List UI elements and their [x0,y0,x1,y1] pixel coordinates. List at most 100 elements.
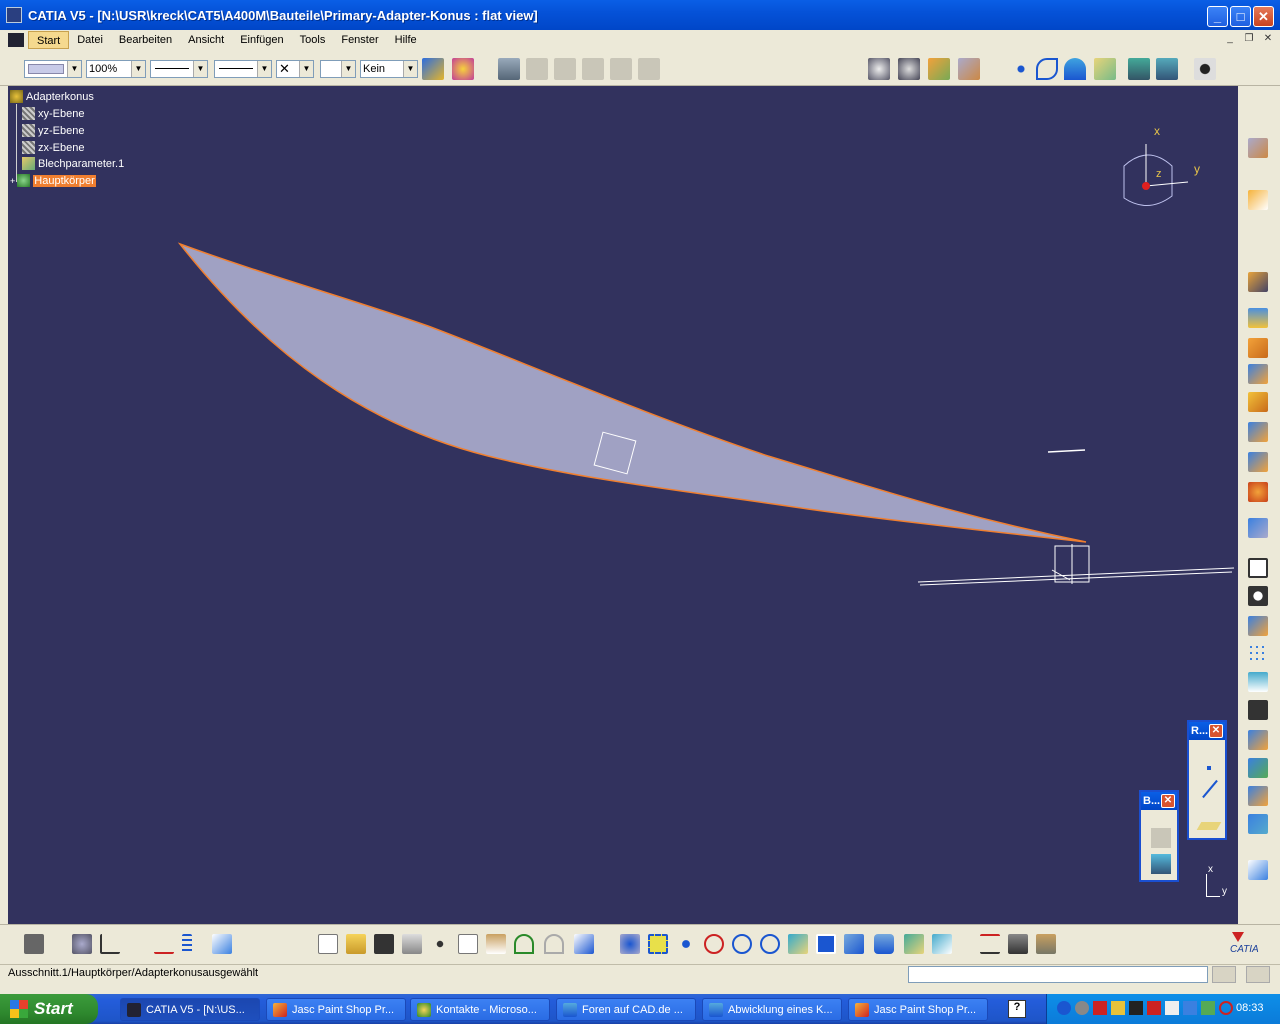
curve-icon[interactable] [1036,58,1058,80]
iso-view-icon[interactable] [844,934,864,954]
pan-icon[interactable] [676,934,696,954]
pattern-icon[interactable] [1248,644,1268,664]
chevron-down-icon[interactable]: ▼ [403,61,417,77]
printer-icon[interactable] [402,934,422,954]
palette-title[interactable]: R... ✕ [1189,722,1225,740]
snap-icon[interactable] [1194,58,1216,80]
tree-item-blechparameter[interactable]: Blechparameter.1 [22,157,124,170]
palette-title[interactable]: B... ✕ [1141,792,1177,810]
gear-icon[interactable] [868,58,890,80]
task-paintshop-1[interactable]: Jasc Paint Shop Pr... [266,998,406,1021]
menu-ansicht[interactable]: Ansicht [180,31,232,49]
tray-icon-7[interactable] [1165,1001,1179,1015]
minimize-button[interactable]: _ [1207,6,1228,27]
material-icon[interactable] [452,58,474,80]
task-abwicklung[interactable]: Abwicklung eines K... [702,998,842,1021]
constraint-icon[interactable] [154,934,174,954]
measure-icon[interactable] [126,934,146,954]
menu-bearbeiten[interactable]: Bearbeiten [111,31,180,49]
task-cad-foren[interactable]: Foren auf CAD.de ... [556,998,696,1021]
fit-all-icon[interactable] [648,934,668,954]
task-kontakte[interactable]: Kontakte - Microso... [410,998,550,1021]
tree-item-hauptkoerper[interactable]: + Hauptkörper [10,174,96,187]
transparency-combo[interactable]: 100% ▼ [86,60,146,78]
wall-on-edge-icon[interactable] [1248,364,1268,384]
tray-icon-3[interactable] [1093,1001,1107,1015]
cut-icon[interactable] [430,934,450,954]
3d-viewport[interactable]: x y z x y [8,86,1238,924]
hem-icon[interactable] [1248,452,1268,472]
geometry-canvas[interactable] [8,86,1238,924]
rotation-icon[interactable] [1248,814,1268,834]
3d-plane-icon[interactable] [212,934,232,954]
power-input-field[interactable] [908,966,1208,983]
shading-icon[interactable] [874,934,894,954]
help-tray-icon[interactable]: ? [1008,1000,1026,1018]
law-icon[interactable] [610,58,632,80]
tree-item-zx-ebene[interactable]: zx-Ebene [22,141,84,154]
tray-icon-5[interactable] [1129,1001,1143,1015]
window-titlebar[interactable]: CATIA V5 - [N:\USR\kreck\CAT5\A400M\Baut… [0,0,1280,30]
task-catia[interactable]: CATIA V5 - [N:\US... [120,998,260,1021]
input-dropdown-button[interactable] [1212,966,1236,983]
point-symbol-combo[interactable]: ✕ ▼ [276,60,314,78]
chevron-down-icon[interactable]: ▼ [257,61,271,77]
body-icon[interactable] [1151,854,1171,874]
bend-icon[interactable] [1248,482,1268,502]
multi-view-icon[interactable] [816,934,836,954]
maximize-button[interactable]: □ [1230,6,1251,27]
tray-icon-9[interactable] [1201,1001,1215,1015]
tree-root[interactable]: Adapterkonus [10,90,94,103]
new-document-icon[interactable] [318,934,338,954]
unfold-icon[interactable] [958,58,980,80]
table-icon[interactable] [554,58,576,80]
walls-recognition-icon[interactable] [1248,308,1268,328]
measure-between-icon[interactable] [980,934,1000,954]
plane-icon[interactable] [1094,58,1116,80]
body-palette[interactable]: B... ✕ [1139,790,1179,882]
flange-icon[interactable] [1248,422,1268,442]
close-icon[interactable]: ✕ [1161,794,1175,808]
layer-combo[interactable]: Kein ▼ [360,60,418,78]
point-icon[interactable] [1207,766,1211,770]
zoom-in-icon[interactable] [732,934,752,954]
workbench-icon[interactable] [1248,138,1268,158]
sheetmetal-icon[interactable] [928,58,950,80]
menu-einfuegen[interactable]: Einfügen [232,31,291,49]
update-icon[interactable] [72,934,92,954]
menu-start[interactable]: Start [28,31,70,49]
fill-color-combo[interactable]: ▼ [24,60,82,78]
start-button[interactable]: Start [0,994,98,1024]
close-icon[interactable]: ✕ [1209,724,1223,738]
menu-hilfe[interactable]: Hilfe [387,31,425,49]
render-style-combo[interactable]: ▼ [320,60,356,78]
tree-item-xy-ebene[interactable]: xy-Ebene [22,107,84,120]
cutout-icon[interactable] [1248,558,1268,578]
extrusion-icon[interactable] [1248,392,1268,412]
line-thickness-combo[interactable]: ▼ [150,60,208,78]
design-table-icon[interactable] [638,58,660,80]
flat-pattern-face[interactable] [177,242,1087,543]
chevron-down-icon[interactable]: ▼ [67,61,81,77]
line-icon[interactable] [1202,779,1218,799]
tray-icon-6[interactable] [1147,1001,1161,1015]
gears-icon[interactable] [898,58,920,80]
check-icon[interactable] [582,58,604,80]
fly-mode-icon[interactable] [620,934,640,954]
chevron-down-icon[interactable]: ▼ [299,61,313,77]
catia-menu-icon[interactable] [8,33,24,47]
tray-icon-1[interactable] [1057,1001,1071,1015]
mdi-close-button[interactable]: ✕ [1260,32,1276,46]
line-type-combo[interactable]: ▼ [214,60,272,78]
sheetmetal-parameters-icon[interactable] [1248,272,1268,292]
close-button[interactable]: ✕ [1253,6,1274,27]
paste-icon[interactable] [486,934,506,954]
chevron-down-icon[interactable]: ▼ [341,61,355,77]
sketch-icon[interactable] [1248,860,1268,880]
tree-item-yz-ebene[interactable]: yz-Ebene [22,124,84,137]
plane-icon[interactable] [1196,822,1222,830]
catia-app-icon[interactable] [6,7,22,23]
undo-icon[interactable] [514,934,534,954]
redo-icon[interactable] [544,934,564,954]
painter-icon[interactable] [422,58,444,80]
